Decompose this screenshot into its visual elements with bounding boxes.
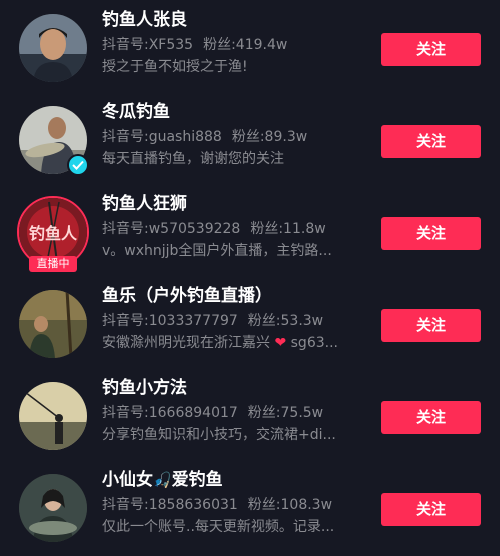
user-info: 钓鱼人张良 抖音号:XF535 粉丝:419.4w 授之于鱼不如授之于渔! — [102, 6, 372, 78]
live-badge: 直播中 — [29, 256, 77, 272]
user-name: 冬瓜钓鱼 — [102, 102, 170, 122]
follow-button[interactable]: 关注 — [381, 217, 481, 250]
avatar[interactable]: 钓鱼人 直播中 — [17, 196, 89, 272]
user-meta: 抖音号:1666894017 粉丝:75.5w — [102, 402, 372, 424]
follow-button[interactable]: 关注 — [381, 493, 481, 526]
user-meta: 抖音号:1858636031 粉丝:108.3w — [102, 494, 372, 516]
user-fans: 粉丝:53.3w — [247, 313, 324, 329]
user-description-tail: sg63... — [290, 335, 338, 351]
avatar[interactable] — [19, 106, 89, 176]
avatar-text: 钓鱼人 — [28, 224, 77, 243]
user-name: 小仙女🎣爱钓鱼 — [102, 466, 372, 494]
user-info: 小仙女🎣爱钓鱼 抖音号:1858636031 粉丝:108.3w 仅此一个账号..… — [102, 466, 372, 538]
list-item[interactable]: 小仙女🎣爱钓鱼 抖音号:1858636031 粉丝:108.3w 仅此一个账号..… — [0, 464, 500, 556]
verified-icon — [67, 154, 89, 176]
avatar-image — [19, 382, 87, 450]
list-item[interactable]: 钓鱼人 直播中 钓鱼人狂狮 抖音号:w570539228 粉丝:11.8w v。w… — [0, 188, 500, 280]
user-fans: 粉丝:89.3w — [231, 129, 308, 145]
follow-button[interactable]: 关注 — [381, 309, 481, 342]
list-item[interactable]: 鱼乐（户外钓鱼直播） 抖音号:1033377797 粉丝:53.3w 安徽滁州明光… — [0, 280, 500, 372]
list-item[interactable]: 钓鱼人张良 抖音号:XF535 粉丝:419.4w 授之于鱼不如授之于渔! 关注 — [0, 4, 500, 96]
avatar-image — [19, 290, 87, 358]
list-item[interactable]: 钓鱼小方法 抖音号:1666894017 粉丝:75.5w 分享钓鱼知识和小技巧，… — [0, 372, 500, 464]
follow-button[interactable]: 关注 — [381, 125, 481, 158]
user-fans: 粉丝:11.8w — [250, 221, 326, 237]
user-description: 授之于鱼不如授之于渔! — [102, 59, 248, 75]
user-fans: 粉丝:108.3w — [247, 497, 333, 513]
user-description-text: 安徽滁州明光现在浙江嘉兴 — [102, 335, 270, 351]
avatar-image — [19, 14, 87, 82]
user-info: 钓鱼小方法 抖音号:1666894017 粉丝:75.5w 分享钓鱼知识和小技巧，… — [102, 374, 372, 446]
avatar[interactable] — [19, 290, 87, 358]
user-name: 钓鱼人张良 — [102, 10, 187, 30]
user-name: 钓鱼人狂狮 — [102, 194, 187, 214]
avatar[interactable] — [19, 382, 87, 450]
user-meta: 抖音号:1033377797 粉丝:53.3w — [102, 310, 372, 332]
user-id: 抖音号:1033377797 — [102, 313, 238, 329]
user-description: 分享钓鱼知识和小技巧，交流裙+di... — [102, 427, 336, 443]
heart-icon: ❤ — [270, 335, 291, 351]
fishing-icon: 🎣 — [153, 471, 172, 489]
user-id: 抖音号:1666894017 — [102, 405, 238, 421]
avatar[interactable] — [19, 474, 87, 542]
user-fans: 粉丝:419.4w — [203, 37, 288, 53]
user-id: 抖音号:XF535 — [102, 37, 194, 53]
user-name-part: 爱钓鱼 — [171, 470, 223, 490]
user-id: 抖音号:1858636031 — [102, 497, 238, 513]
user-id: 抖音号:guashi888 — [102, 129, 222, 145]
user-meta: 抖音号:guashi888 粉丝:89.3w — [102, 126, 372, 148]
user-name: 钓鱼小方法 — [102, 378, 187, 398]
user-id: 抖音号:w570539228 — [102, 221, 241, 237]
avatar-image — [19, 474, 87, 542]
follow-button[interactable]: 关注 — [381, 33, 481, 66]
user-description: v。wxhnjjb全国户外直播，主钓路... — [102, 243, 332, 259]
user-info: 钓鱼人狂狮 抖音号:w570539228 粉丝:11.8w v。wxhnjjb全国… — [102, 190, 372, 262]
user-fans: 粉丝:75.5w — [247, 405, 324, 421]
user-description: 仅此一个账号..每天更新视频。记录... — [102, 519, 335, 535]
user-name: 鱼乐（户外钓鱼直播） — [102, 286, 272, 306]
user-info: 鱼乐（户外钓鱼直播） 抖音号:1033377797 粉丝:53.3w 安徽滁州明光… — [102, 282, 372, 354]
user-name-part: 小仙女 — [102, 470, 153, 490]
user-description: 安徽滁州明光现在浙江嘉兴 ❤ sg63... — [102, 332, 372, 354]
list-item[interactable]: 冬瓜钓鱼 抖音号:guashi888 粉丝:89.3w 每天直播钓鱼，谢谢您的关注… — [0, 96, 500, 188]
avatar[interactable] — [19, 14, 87, 82]
user-meta: 抖音号:XF535 粉丝:419.4w — [102, 34, 372, 56]
user-meta: 抖音号:w570539228 粉丝:11.8w — [102, 218, 372, 240]
user-list: 钓鱼人张良 抖音号:XF535 粉丝:419.4w 授之于鱼不如授之于渔! 关注 — [0, 0, 500, 545]
follow-button[interactable]: 关注 — [381, 401, 481, 434]
user-description: 每天直播钓鱼，谢谢您的关注 — [102, 151, 284, 167]
user-info: 冬瓜钓鱼 抖音号:guashi888 粉丝:89.3w 每天直播钓鱼，谢谢您的关注 — [102, 98, 372, 170]
